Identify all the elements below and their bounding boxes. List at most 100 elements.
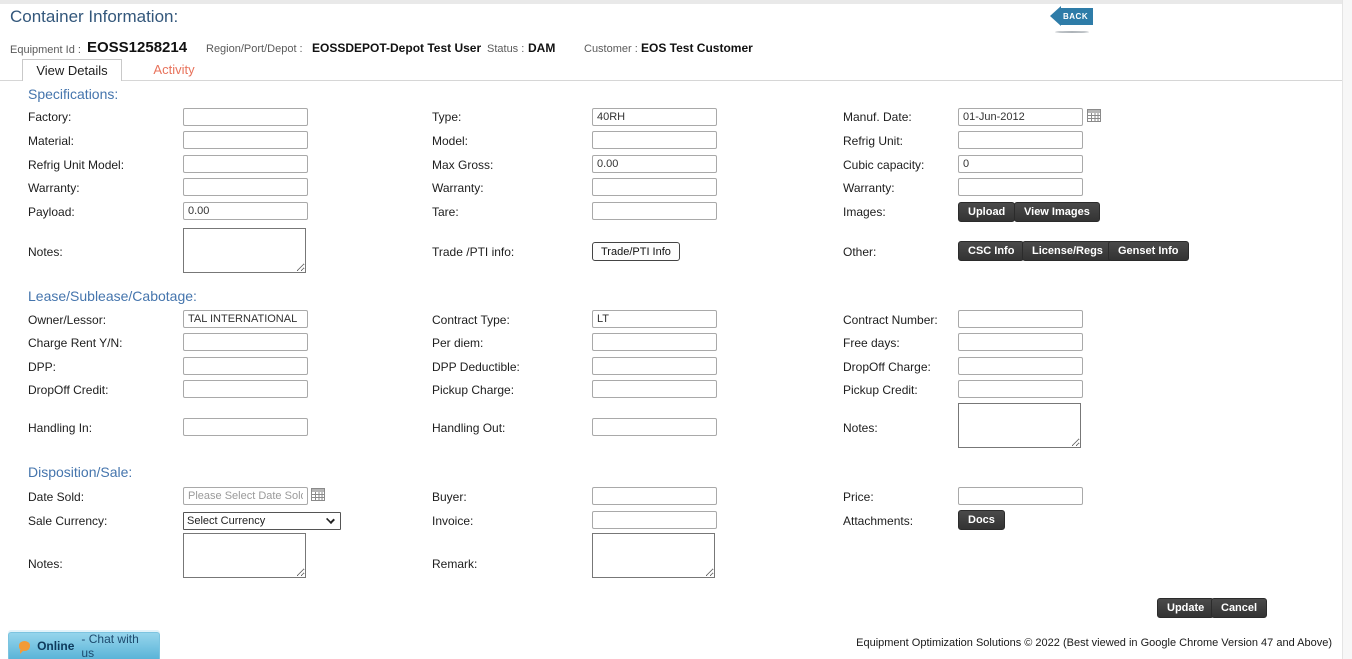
view-images-button[interactable]: View Images: [1014, 202, 1100, 222]
warranty2-input[interactable]: [592, 178, 717, 196]
attachments-label: Attachments:: [843, 514, 913, 528]
manuf-date-calendar-icon[interactable]: [1087, 109, 1101, 122]
payload-label: Payload:: [28, 205, 75, 219]
back-button[interactable]: BACK: [1050, 6, 1093, 26]
license-regs-button[interactable]: License/Regs: [1022, 241, 1113, 261]
lease-heading: Lease/Sublease/Cabotage:: [28, 288, 197, 304]
disposition-heading: Disposition/Sale:: [28, 464, 132, 480]
dpp-input[interactable]: [183, 357, 308, 375]
upload-button[interactable]: Upload: [958, 202, 1015, 222]
spec-notes-label: Notes:: [28, 245, 63, 259]
sale-currency-label: Sale Currency:: [28, 514, 107, 528]
scrollbar-track[interactable]: [1342, 0, 1352, 659]
contract-type-input[interactable]: [592, 310, 717, 328]
csc-info-button[interactable]: CSC Info: [958, 241, 1024, 261]
remark-label: Remark:: [432, 557, 477, 571]
handling-out-input[interactable]: [592, 418, 717, 436]
contract-number-label: Contract Number:: [843, 313, 938, 327]
dpp-label: DPP:: [28, 360, 56, 374]
tab-activity[interactable]: Activity: [122, 59, 226, 81]
refrig-unit-input[interactable]: [958, 131, 1083, 149]
payload-input[interactable]: [183, 202, 308, 220]
lease-notes-textarea[interactable]: [958, 403, 1081, 448]
cubic-capacity-label: Cubic capacity:: [843, 158, 924, 172]
contract-number-input[interactable]: [958, 310, 1083, 328]
price-input[interactable]: [958, 487, 1083, 505]
handling-in-input[interactable]: [183, 418, 308, 436]
warranty2-label: Warranty:: [432, 181, 484, 195]
chat-label: - Chat with us: [81, 632, 149, 659]
manuf-date-input[interactable]: [958, 108, 1083, 126]
equipment-id-value: EOSS1258214: [87, 39, 187, 56]
date-sold-calendar-icon[interactable]: [311, 488, 325, 501]
free-days-label: Free days:: [843, 336, 900, 350]
dropoff-charge-input[interactable]: [958, 357, 1083, 375]
warranty3-input[interactable]: [958, 178, 1083, 196]
back-button-shadow: [1055, 31, 1089, 33]
invoice-input[interactable]: [592, 511, 717, 529]
handling-in-label: Handling In:: [28, 421, 92, 435]
region-value: EOSSDEPOT-Depot Test User: [312, 41, 481, 55]
genset-info-button[interactable]: Genset Info: [1108, 241, 1189, 261]
update-button[interactable]: Update: [1157, 598, 1214, 618]
model-input[interactable]: [592, 131, 717, 149]
type-label: Type:: [432, 110, 461, 124]
docs-button[interactable]: Docs: [958, 510, 1005, 530]
remark-textarea[interactable]: [592, 533, 715, 578]
warranty1-label: Warranty:: [28, 181, 80, 195]
dpp-deductible-input[interactable]: [592, 357, 717, 375]
spec-notes-textarea[interactable]: [183, 228, 306, 273]
footer-copyright: Equipment Optimization Solutions © 2022 …: [856, 637, 1332, 649]
type-input[interactable]: [592, 108, 717, 126]
status-label: Status :: [487, 43, 524, 55]
container-information-page: Container Information: BACK Equipment Id…: [0, 0, 1352, 659]
pickup-credit-input[interactable]: [958, 380, 1083, 398]
per-diem-input[interactable]: [592, 333, 717, 351]
pickup-charge-label: Pickup Charge:: [432, 383, 514, 397]
refrig-unit-model-label: Refrig Unit Model:: [28, 158, 124, 172]
refrig-unit-label: Refrig Unit:: [843, 134, 903, 148]
region-label: Region/Port/Depot :: [206, 43, 303, 55]
customer-label: Customer :: [584, 43, 638, 55]
sale-currency-select-wrap: Select Currency: [183, 511, 341, 529]
contract-type-label: Contract Type:: [432, 313, 510, 327]
free-days-input[interactable]: [958, 333, 1083, 351]
back-button-label: BACK: [1061, 8, 1093, 25]
owner-lessor-input[interactable]: [183, 310, 308, 328]
images-label: Images:: [843, 205, 886, 219]
dpp-deductible-label: DPP Deductible:: [432, 360, 520, 374]
manuf-date-label: Manuf. Date:: [843, 110, 912, 124]
refrig-unit-model-input[interactable]: [183, 155, 308, 173]
date-sold-input[interactable]: [183, 487, 308, 505]
trade-pti-button[interactable]: Trade/PTI Info: [592, 242, 680, 261]
dropoff-credit-input[interactable]: [183, 380, 308, 398]
top-divider: [0, 0, 1352, 4]
chat-widget[interactable]: Online - Chat with us: [8, 632, 160, 659]
warranty1-input[interactable]: [183, 178, 308, 196]
price-label: Price:: [843, 490, 874, 504]
warranty3-label: Warranty:: [843, 181, 895, 195]
lease-notes-label: Notes:: [843, 421, 878, 435]
chat-bubble-icon: [19, 641, 30, 651]
disposition-notes-textarea[interactable]: [183, 533, 306, 578]
customer-value: EOS Test Customer: [641, 41, 753, 55]
tare-label: Tare:: [432, 205, 459, 219]
tare-input[interactable]: [592, 202, 717, 220]
factory-label: Factory:: [28, 110, 71, 124]
max-gross-input[interactable]: [592, 155, 717, 173]
trade-pti-label: Trade /PTI info:: [432, 245, 514, 259]
model-label: Model:: [432, 134, 468, 148]
sale-currency-select[interactable]: Select Currency: [183, 512, 341, 530]
tab-view-details[interactable]: View Details: [22, 59, 122, 81]
cubic-capacity-input[interactable]: [958, 155, 1083, 173]
charge-rent-label: Charge Rent Y/N:: [28, 336, 123, 350]
cancel-button[interactable]: Cancel: [1211, 598, 1267, 618]
handling-out-label: Handling Out:: [432, 421, 505, 435]
factory-input[interactable]: [183, 108, 308, 126]
pickup-charge-input[interactable]: [592, 380, 717, 398]
owner-lessor-label: Owner/Lessor:: [28, 313, 106, 327]
material-input[interactable]: [183, 131, 308, 149]
date-sold-label: Date Sold:: [28, 490, 84, 504]
buyer-input[interactable]: [592, 487, 717, 505]
charge-rent-input[interactable]: [183, 333, 308, 351]
